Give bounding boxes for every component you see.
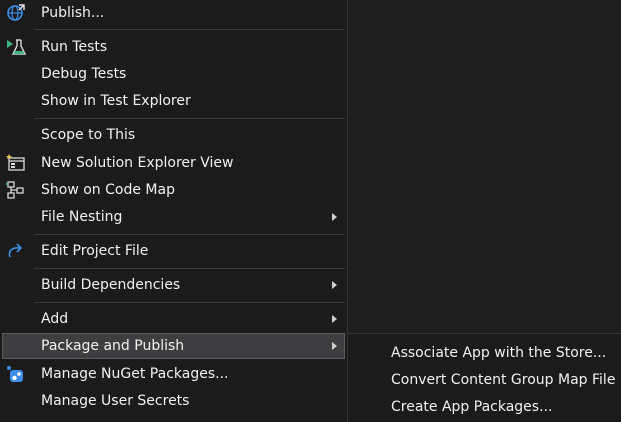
menu-item-new-solution-explorer-view[interactable]: New Solution Explorer View (2, 150, 345, 176)
menu-item-label: Show in Test Explorer (41, 93, 191, 109)
submenu-item-label: Create App Packages... (391, 399, 553, 415)
menu-separator (34, 234, 345, 235)
menu-item-label: Debug Tests (41, 66, 127, 82)
menu-separator (34, 302, 345, 303)
submenu-item-associate-app-with-store[interactable]: Associate App with the Store... (348, 339, 620, 367)
new-window-icon (6, 154, 26, 172)
menu-item-label: Edit Project File (41, 243, 149, 259)
menu-item-label: New Solution Explorer View (41, 155, 234, 171)
code-map-icon (6, 181, 26, 199)
menu-item-show-on-code-map[interactable]: Show on Code Map (2, 177, 345, 203)
globe-publish-icon (6, 4, 26, 22)
menu-item-label: Package and Publish (41, 338, 185, 354)
submenu-item-label: Convert Content Group Map File (391, 372, 616, 388)
menu-item-scope-to-this[interactable]: Scope to This (2, 122, 345, 148)
menu-separator (34, 29, 345, 30)
menu-item-manage-nuget-packages[interactable]: Manage NuGet Packages... (2, 361, 345, 387)
menu-item-label: Publish... (41, 5, 105, 21)
menu-item-label: File Nesting (41, 209, 123, 225)
menu-item-show-in-test-explorer[interactable]: Show in Test Explorer (2, 88, 345, 114)
edit-redo-icon (6, 242, 26, 260)
nuget-icon (6, 365, 26, 383)
submenu-item-convert-content-group-map-file[interactable]: Convert Content Group Map File (348, 366, 620, 394)
menu-item-run-tests[interactable]: Run Tests (2, 34, 345, 60)
context-menu: Publish... Run Tests Debug Tests Show in… (0, 0, 348, 422)
beaker-run-icon (6, 38, 27, 56)
menu-item-manage-user-secrets[interactable]: Manage User Secrets (2, 388, 345, 414)
submenu-item-create-app-packages[interactable]: Create App Packages... (348, 393, 620, 421)
menu-item-label: Run Tests (41, 39, 108, 55)
submenu-arrow-icon (332, 213, 337, 221)
menu-item-build-dependencies[interactable]: Build Dependencies (2, 272, 345, 298)
menu-item-label: Manage User Secrets (41, 393, 190, 409)
menu-item-label: Manage NuGet Packages... (41, 366, 229, 382)
menu-item-label: Show on Code Map (41, 182, 175, 198)
ide-background: Publish... Run Tests Debug Tests Show in… (0, 0, 621, 422)
menu-separator (34, 118, 345, 119)
submenu-arrow-icon (332, 281, 337, 289)
menu-item-label: Build Dependencies (41, 277, 181, 293)
package-and-publish-submenu: Associate App with the Store... Convert … (347, 333, 621, 422)
menu-item-debug-tests[interactable]: Debug Tests (2, 61, 345, 87)
menu-item-label: Scope to This (41, 127, 136, 143)
menu-item-add[interactable]: Add (2, 306, 345, 332)
menu-separator (34, 268, 345, 269)
menu-item-label: Add (41, 311, 69, 327)
submenu-arrow-icon (332, 315, 337, 323)
menu-item-file-nesting[interactable]: File Nesting (2, 204, 345, 230)
submenu-item-label: Associate App with the Store... (391, 345, 607, 361)
menu-item-package-and-publish[interactable]: Package and Publish (2, 333, 345, 359)
submenu-arrow-icon (332, 342, 337, 350)
menu-item-publish[interactable]: Publish... (2, 0, 345, 26)
menu-item-edit-project-file[interactable]: Edit Project File (2, 238, 345, 264)
